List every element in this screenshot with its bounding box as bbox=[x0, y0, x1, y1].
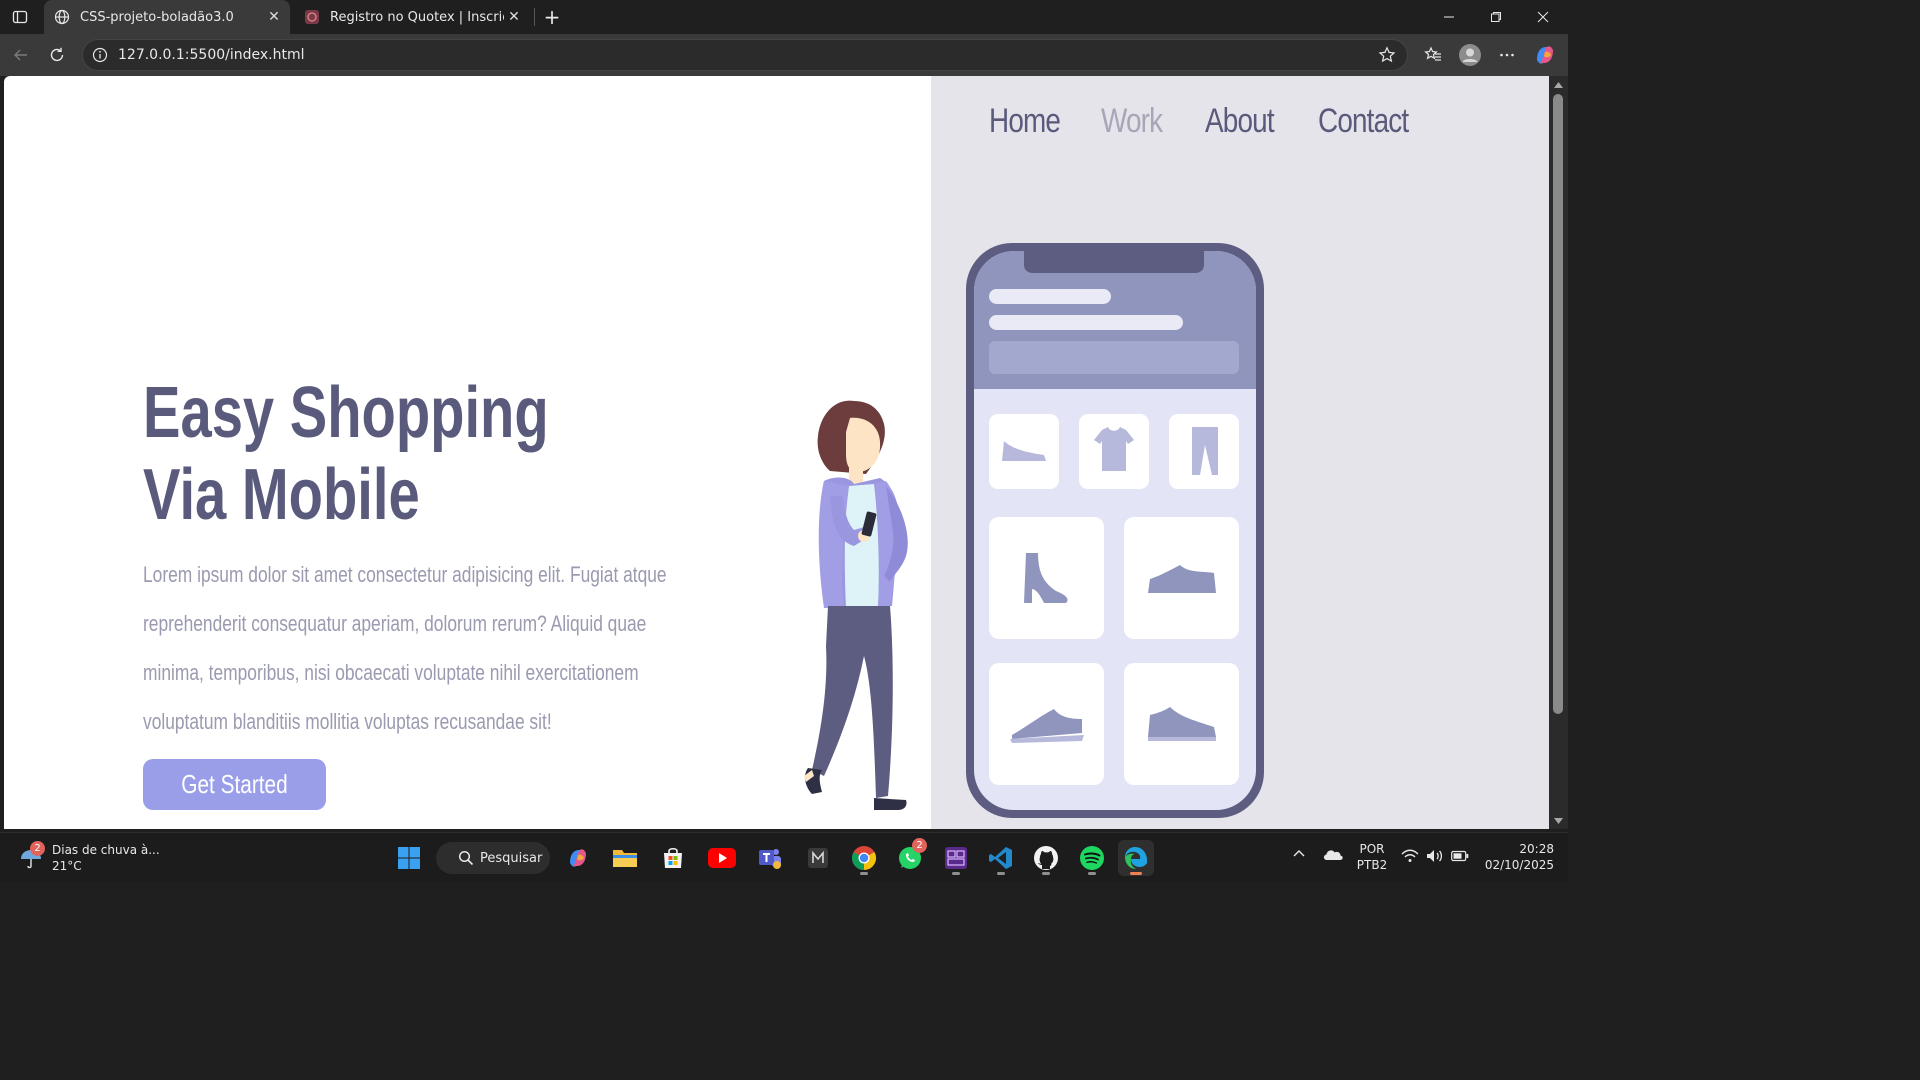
spotify-icon[interactable] bbox=[1074, 840, 1110, 876]
new-tab-icon[interactable]: + bbox=[540, 5, 564, 29]
quotex-favicon-icon bbox=[304, 9, 320, 25]
youtube-icon[interactable] bbox=[704, 840, 740, 876]
weather-widget[interactable]: 2 Dias de chuva à... 21°C bbox=[18, 839, 168, 877]
get-started-button[interactable]: Get Started bbox=[143, 759, 326, 810]
running-indicator bbox=[1130, 872, 1142, 875]
hero-title-line2: Via Mobile bbox=[143, 455, 420, 535]
globe-icon bbox=[54, 9, 70, 25]
running-indicator bbox=[860, 872, 868, 875]
tab-title: CSS-projeto-boladão3.0 bbox=[80, 9, 234, 25]
close-window-icon[interactable] bbox=[1520, 0, 1566, 34]
page-scrollbar[interactable] bbox=[1549, 76, 1568, 829]
language-indicator[interactable]: POR PTB2 bbox=[1354, 841, 1390, 873]
nav-home[interactable]: Home bbox=[989, 102, 1061, 141]
onedrive-cloud-icon[interactable] bbox=[1322, 847, 1344, 864]
wifi-icon[interactable] bbox=[1401, 849, 1419, 866]
weather-badge: 2 bbox=[30, 841, 45, 856]
refresh-icon[interactable] bbox=[44, 42, 70, 68]
running-indicator bbox=[1042, 872, 1050, 875]
running-indicator bbox=[1088, 872, 1096, 875]
address-bar[interactable]: 127.0.0.1:5500/index.html bbox=[82, 39, 1408, 71]
microsoft-store-icon[interactable] bbox=[655, 840, 691, 876]
nav-work[interactable]: Work bbox=[1101, 102, 1163, 141]
search-label: Pesquisar bbox=[480, 850, 543, 866]
tab-title: Registro no Quotex | Inscrição no bbox=[330, 9, 504, 25]
weather-text: Dias de chuva à... bbox=[52, 843, 160, 857]
volume-icon[interactable] bbox=[1426, 849, 1444, 866]
hero-description: Lorem ipsum dolor sit amet consectetur a… bbox=[143, 562, 667, 734]
hero-title: Easy Shopping Via Mobile bbox=[143, 372, 549, 536]
running-indicator bbox=[997, 872, 1005, 875]
rain-umbrella-icon: 2 bbox=[18, 841, 45, 871]
edge-icon[interactable] bbox=[1118, 840, 1154, 876]
keyboard-layout: PTB2 bbox=[1356, 858, 1388, 872]
browser-toolbar: 127.0.0.1:5500/index.html bbox=[0, 34, 1568, 76]
search-icon bbox=[458, 850, 474, 866]
scroll-up-icon[interactable] bbox=[1553, 80, 1564, 90]
tab-css-projeto[interactable]: CSS-projeto-boladão3.0 ✕ bbox=[44, 0, 290, 34]
tab-close-icon[interactable]: ✕ bbox=[264, 7, 284, 27]
scroll-thumb[interactable] bbox=[1553, 94, 1563, 714]
back-icon[interactable] bbox=[8, 42, 34, 68]
tab-quotex[interactable]: Registro no Quotex | Inscrição no ✕ bbox=[294, 0, 530, 34]
get-started-label: Get Started bbox=[181, 769, 288, 799]
url-text[interactable]: 127.0.0.1:5500/index.html bbox=[118, 47, 1377, 63]
site-info-icon[interactable] bbox=[92, 47, 108, 63]
windows-start-icon[interactable] bbox=[391, 840, 427, 876]
whatsapp-icon[interactable]: 2 bbox=[892, 838, 928, 876]
nav-contact[interactable]: Contact bbox=[1318, 102, 1409, 141]
hero-title-line1: Easy Shopping bbox=[143, 373, 549, 453]
vscode-icon[interactable] bbox=[983, 840, 1019, 876]
battery-icon[interactable] bbox=[1451, 850, 1469, 865]
shopping-phone-illustration bbox=[966, 243, 1264, 818]
restore-icon[interactable] bbox=[1473, 0, 1519, 34]
woman-with-phone-illustration bbox=[804, 400, 908, 810]
copilot-app-icon[interactable] bbox=[560, 840, 596, 876]
file-explorer-icon[interactable] bbox=[607, 840, 643, 876]
tab-separator bbox=[534, 8, 535, 26]
nav-about[interactable]: About bbox=[1205, 102, 1275, 141]
favorite-star-icon[interactable] bbox=[1377, 45, 1397, 65]
clock-date: 02/10/2025 bbox=[1484, 858, 1554, 872]
teams-icon[interactable] bbox=[752, 840, 788, 876]
weather-temp: 21°C bbox=[52, 859, 82, 873]
m-app-icon[interactable] bbox=[800, 840, 836, 876]
minimize-icon[interactable] bbox=[1426, 0, 1472, 34]
tray-overflow-icon[interactable] bbox=[1292, 847, 1306, 864]
tab-close-icon[interactable]: ✕ bbox=[504, 7, 524, 27]
copilot-icon[interactable] bbox=[1532, 42, 1558, 68]
scroll-down-icon[interactable] bbox=[1553, 816, 1564, 826]
tab-actions-icon[interactable] bbox=[8, 5, 32, 29]
taskbar-search[interactable]: Pesquisar bbox=[436, 842, 550, 874]
whatsapp-badge: 2 bbox=[912, 838, 927, 853]
browser-tab-strip: CSS-projeto-boladão3.0 ✕ Registro no Quo… bbox=[0, 0, 1568, 34]
more-menu-icon[interactable] bbox=[1494, 42, 1520, 68]
favorites-icon[interactable] bbox=[1420, 42, 1446, 68]
system-clock[interactable]: 20:28 02/10/2025 bbox=[1478, 841, 1554, 873]
page-viewport: Home Work About Contact Easy Shopping Vi… bbox=[4, 76, 1549, 829]
profile-avatar-icon[interactable] bbox=[1457, 42, 1483, 68]
running-indicator bbox=[952, 872, 960, 875]
chrome-icon[interactable] bbox=[846, 840, 882, 876]
dev-app-icon[interactable] bbox=[938, 840, 974, 876]
windows-taskbar: 2 Dias de chuva à... 21°C Pesquisar 2 PO… bbox=[0, 832, 1568, 882]
clock-time: 20:28 bbox=[1519, 842, 1554, 856]
language-code: POR bbox=[1359, 842, 1385, 856]
github-icon[interactable] bbox=[1028, 840, 1064, 876]
